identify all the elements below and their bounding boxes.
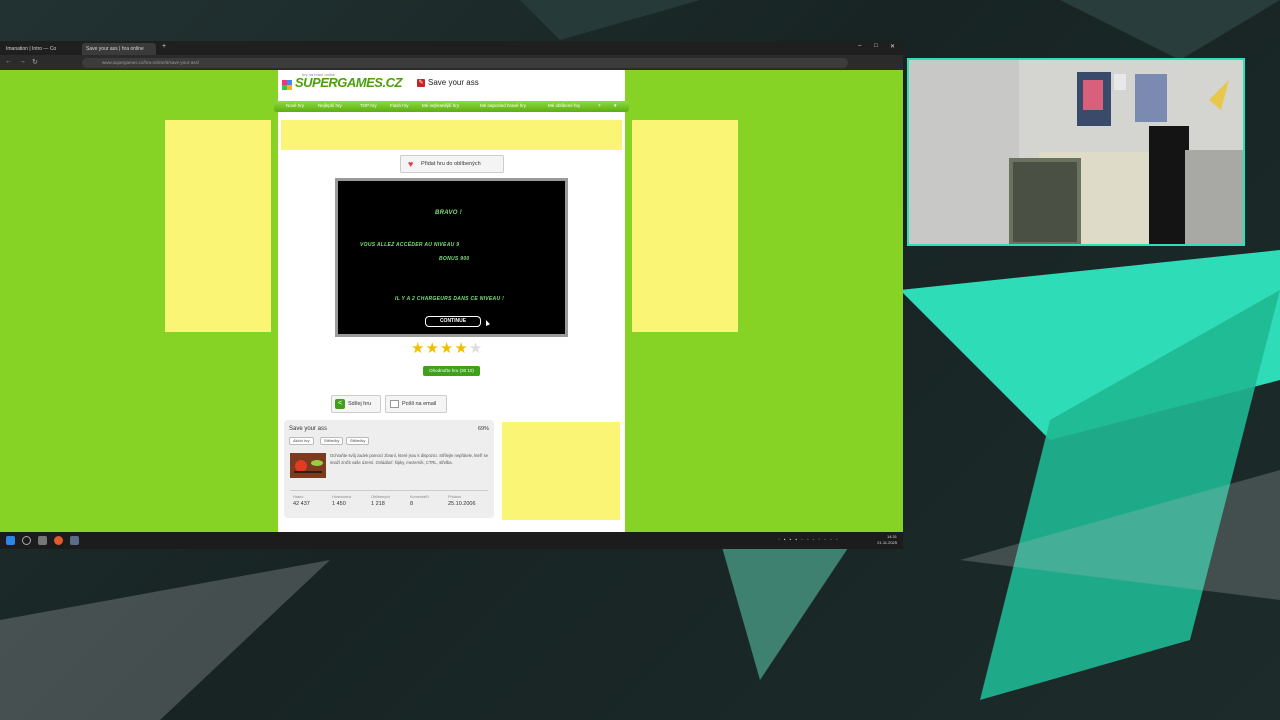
- forward-icon[interactable]: →: [19, 58, 26, 65]
- nav-top-games[interactable]: TOP hry: [360, 103, 377, 108]
- thumbnail-art: [294, 460, 323, 473]
- game-bravo-text: BRAVO !: [435, 210, 462, 216]
- minimize-icon[interactable]: –: [858, 43, 861, 49]
- game-canvas[interactable]: BRAVO ! VOUS ALLEZ ACCÉDER AU NIVEAU 9 B…: [335, 178, 568, 337]
- browser-window: Imanation | Intro — Co Save your ass | h…: [0, 41, 903, 549]
- task-view-icon[interactable]: [38, 536, 47, 545]
- star-half-icon[interactable]: ★: [454, 340, 468, 357]
- back-icon[interactable]: ←: [5, 58, 12, 65]
- tag-link[interactable]: Akční hry: [289, 437, 314, 445]
- taskbar-clock[interactable]: 14:31 21.11.2025: [877, 534, 897, 546]
- mouse-cursor-icon: [486, 320, 490, 326]
- game-level-text: VOUS ALLEZ ACCÉDER AU NIVEAU 9: [360, 242, 460, 248]
- url-field[interactable]: www.supergames.cz/hra-online/5/save-your…: [82, 58, 848, 68]
- tag-link[interactable]: Střílečky: [346, 437, 370, 445]
- tag-link[interactable]: Střílečky: [320, 437, 344, 445]
- address-bar-row: ← → ↻ www.supergames.cz/hra-online/5/sav…: [0, 55, 903, 70]
- nav-dropdown-icon[interactable]: ▼: [613, 103, 617, 108]
- site-logo[interactable]: SUPERGAMES.CZ: [295, 75, 402, 90]
- game-bonus-text: BONUS 900: [439, 256, 470, 262]
- nav-help[interactable]: ?: [598, 103, 601, 108]
- stat-comments: Komentářů 8: [410, 495, 429, 507]
- system-tray-icons[interactable]: ◦▪▪▪◦◦◦◦◦◦◦: [778, 537, 842, 543]
- star-empty-icon[interactable]: ★: [469, 340, 483, 357]
- main-nav: Nové hry Nejlepší hry TOP hry Flash hry …: [274, 101, 629, 112]
- page-content: hry na hraní online SUPERGAMES.CZ ✎ Save…: [274, 70, 629, 532]
- nav-flash-games[interactable]: Flash hry: [390, 103, 409, 108]
- top-ad-banner[interactable]: [281, 120, 622, 150]
- clock-date: 21.11.2025: [877, 540, 897, 545]
- webcam-overlay: [907, 58, 1245, 246]
- browser-app-icon[interactable]: [54, 536, 63, 545]
- nav-favorites[interactable]: Mé oblíbené hry: [548, 103, 580, 108]
- star-icon[interactable]: ★: [411, 340, 425, 357]
- start-icon[interactable]: [6, 536, 15, 545]
- share-icon: <: [335, 399, 345, 409]
- star-icon[interactable]: ★: [425, 340, 439, 357]
- nav-new-games[interactable]: Nové hry: [286, 103, 304, 108]
- desktop-stage: Imanation | Intro — Co Save your ass | h…: [0, 0, 1280, 720]
- game-description: Ochraňte svůj zadek pomocí zbraní, které…: [330, 453, 489, 465]
- game-continue-button[interactable]: CONTINUE: [425, 316, 481, 327]
- game-title: Save your ass: [428, 78, 479, 87]
- add-to-favorites-button[interactable]: ♥ Přidat hru do oblíbených: [400, 155, 504, 173]
- heart-icon: ♥: [408, 159, 414, 169]
- game-title-icon: ✎: [417, 79, 425, 87]
- info-title: Save your ass: [289, 426, 328, 432]
- page-viewport[interactable]: hry na hraní online SUPERGAMES.CZ ✎ Save…: [0, 70, 903, 532]
- email-game-button[interactable]: Pošli na email: [385, 395, 447, 413]
- tab-bar: Imanation | Intro — Co Save your ass | h…: [0, 41, 903, 55]
- game-thumbnail[interactable]: [290, 453, 326, 478]
- nav-best-games[interactable]: Nejlepší hry: [318, 103, 342, 108]
- game-chargers-text: IL Y A 2 CHARGEURS DANS CE NIVEAU !: [395, 296, 505, 302]
- stat-favorites: Oblíbených 1 218: [371, 495, 391, 507]
- nav-recently-played[interactable]: Mé naposled hrané hry: [480, 103, 526, 108]
- tab-save-your-ass[interactable]: Save your ass | hra online: [82, 43, 156, 55]
- mail-icon: [390, 400, 399, 408]
- share-game-button[interactable]: < Sdílej hru: [331, 395, 381, 413]
- webcam-feed: [909, 60, 1243, 244]
- tab-imanation[interactable]: Imanation | Intro — Co: [2, 43, 78, 55]
- stat-played: Hráno 42 437: [293, 495, 310, 507]
- game-info-box: Save your ass 69% Akční hry Střílečky St…: [284, 420, 494, 518]
- taskbar: ◦▪▪▪◦◦◦◦◦◦◦ 14:31 21.11.2025: [0, 532, 903, 549]
- close-icon[interactable]: ✕: [890, 43, 895, 50]
- stat-rated: Hodnoceno 1 450: [332, 495, 352, 507]
- left-ad-banner[interactable]: [165, 120, 271, 332]
- side-ad-banner[interactable]: [502, 422, 620, 520]
- info-percent: 69%: [477, 426, 489, 432]
- right-ad-banner[interactable]: [632, 120, 738, 332]
- logo-icon: [282, 80, 292, 90]
- star-icon[interactable]: ★: [440, 340, 454, 357]
- rate-game-button[interactable]: Ohodnoťte hru (30 10): [423, 366, 480, 376]
- steam-icon[interactable]: [70, 536, 79, 545]
- email-label: Pošli na email: [402, 401, 437, 407]
- stat-added: Přidáno 25.10.2006: [448, 495, 476, 507]
- rating-stars[interactable]: ★★★★★: [411, 341, 483, 357]
- share-label: Sdílej hru: [348, 401, 372, 407]
- add-to-favorites-label: Přidat hru do oblíbených: [421, 161, 481, 167]
- divider: [290, 490, 488, 491]
- search-icon[interactable]: [22, 536, 31, 545]
- reload-icon[interactable]: ↻: [32, 58, 38, 66]
- nav-most-played[interactable]: Mé nejhranější hry: [422, 103, 459, 108]
- maximize-icon[interactable]: □: [874, 43, 878, 49]
- new-tab-button[interactable]: +: [162, 43, 166, 50]
